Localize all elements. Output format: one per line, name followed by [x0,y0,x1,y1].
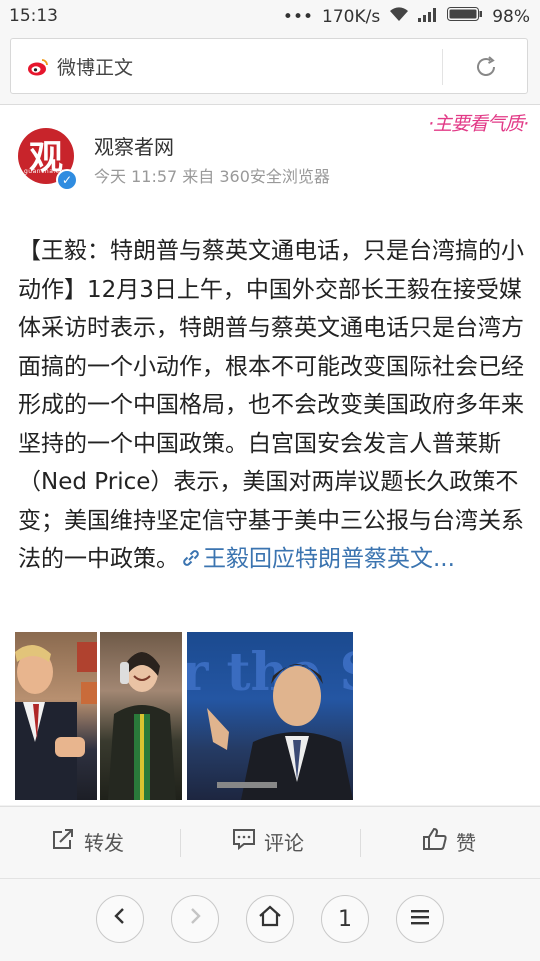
signal-icon [418,7,438,27]
battery-icon [447,6,483,27]
address-bar[interactable]: 微博正文 [10,38,528,94]
address-divider [442,49,443,85]
repost-icon [52,828,76,855]
link-label: 王毅回应特朗普蔡英文... [203,546,455,572]
action-divider [180,829,181,857]
battery-percent: 98% [492,6,530,27]
comment-button[interactable]: 评论 [232,827,304,856]
post-meta: 今天 11:57 来自 360安全浏览器 [94,167,330,186]
post-text: 【王毅：特朗普与蔡英文通电话，只是台湾搞的小动作】12月3日上午，中国外交部长王… [18,232,524,579]
forward-icon [185,906,205,932]
like-icon [422,827,448,856]
home-icon [258,905,282,933]
watermark: ·主要看气质· [428,113,529,135]
weibo-icon [27,57,49,77]
menu-button[interactable] [396,895,444,943]
weibo-post: 观 guancha.cn ✓ 观察者网 今天 11:57 来自 360安全浏览器… [0,105,540,805]
network-speed: 170K/s [322,6,381,27]
article-link[interactable]: 王毅回应特朗普蔡英文... [179,546,455,572]
author-name[interactable]: 观察者网 [94,131,174,160]
reload-icon[interactable] [473,54,499,80]
repost-button[interactable]: 转发 [52,827,124,856]
tabs-icon: 1 [338,906,352,932]
status-bar: 15:13 ••• 170K/s 98% [0,0,540,32]
wifi-icon [389,6,409,27]
like-button[interactable]: 赞 [422,827,476,856]
post-actions: 转发 评论 赞 [0,806,540,879]
back-button[interactable] [96,895,144,943]
verified-icon: ✓ [56,169,78,191]
repost-label: 转发 [84,831,124,855]
photo-trump[interactable] [15,632,97,800]
photo-backdrop-text: r the S [187,642,353,703]
menu-icon [410,907,430,932]
photo-tsai[interactable] [100,632,182,800]
browser-nav: 1 [0,878,540,961]
back-icon [110,906,130,932]
status-time: 15:13 [9,6,58,26]
comment-icon [232,828,256,855]
action-divider [360,829,361,857]
like-label: 赞 [456,831,476,855]
home-button[interactable] [246,895,294,943]
post-body: 【王毅：特朗普与蔡英文通电话，只是台湾搞的小动作】12月3日上午，中国外交部长王… [18,238,524,572]
browser-toolbar: 微博正文 [0,32,540,105]
comment-label: 评论 [264,831,304,855]
forward-button[interactable] [171,895,219,943]
page-title: 微博正文 [57,57,134,79]
tabs-button[interactable]: 1 [321,895,369,943]
notification-dots: ••• [282,6,314,27]
link-icon [179,546,203,572]
photo-wangyi[interactable]: r the S [187,632,353,800]
